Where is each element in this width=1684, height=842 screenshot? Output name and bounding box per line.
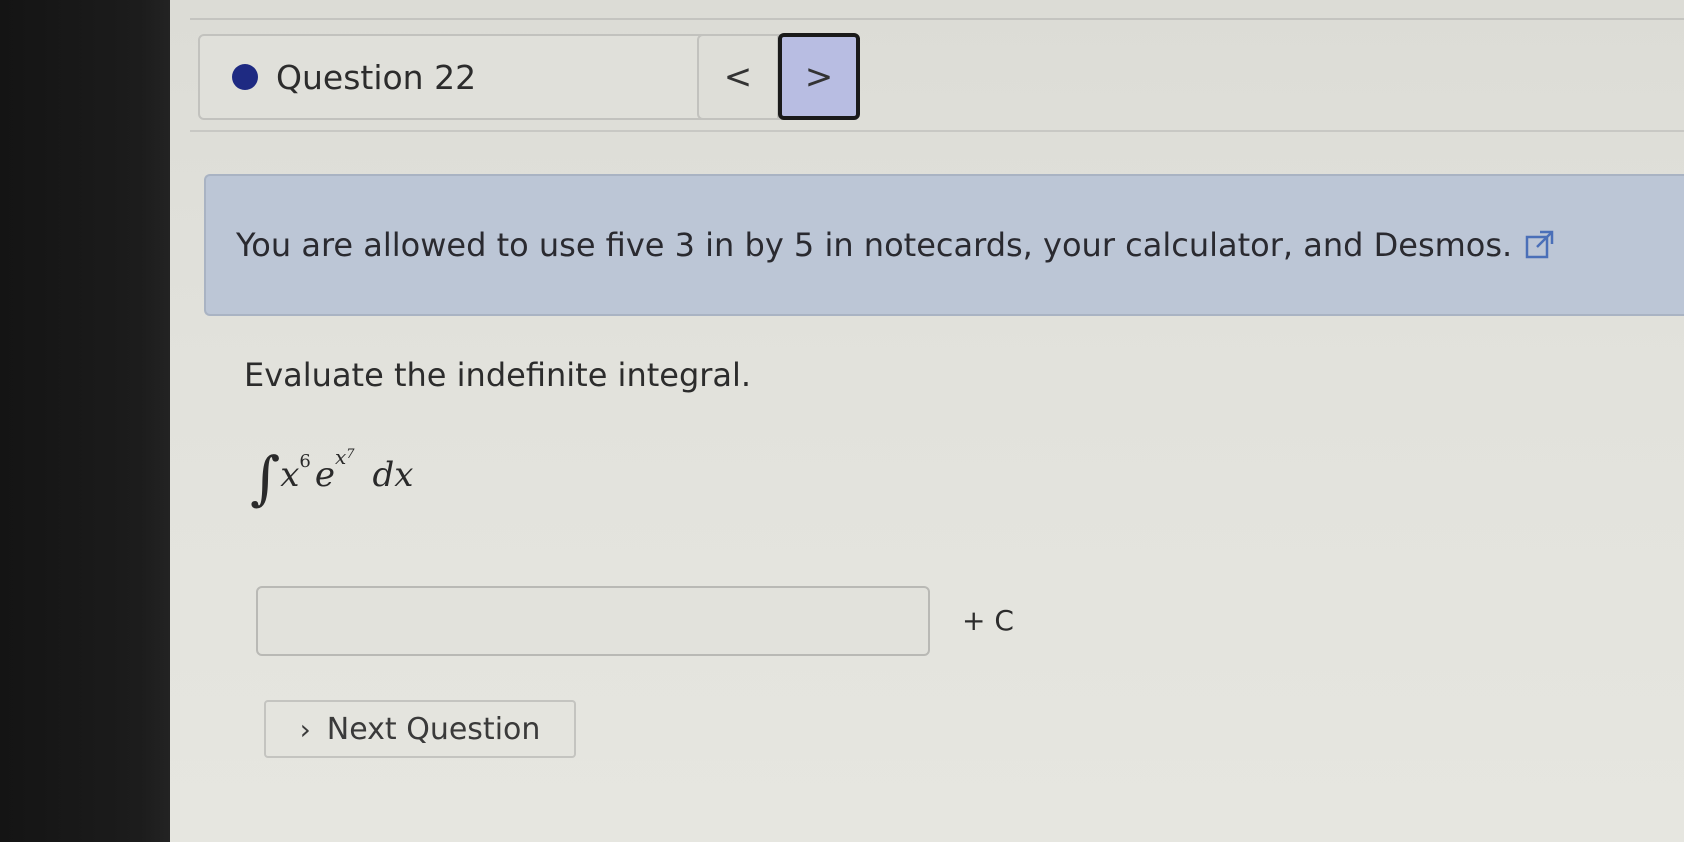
top-divider — [190, 18, 1684, 20]
question-label: Question 22 — [276, 57, 477, 97]
exponent-variable: x — [334, 445, 347, 469]
base-power: 6 — [299, 451, 311, 472]
base-variable: x — [280, 455, 300, 495]
differential: dx — [372, 455, 414, 495]
status-dot-icon — [232, 64, 258, 90]
nav-divider — [190, 130, 1684, 132]
integral-expression: ∫ x 6 e x7 dx — [250, 445, 414, 507]
exponent: x7 — [335, 445, 355, 469]
screen: Question 22 < > You are allowed to use f… — [170, 0, 1684, 842]
problem-instruction: Evaluate the indefinite integral. — [244, 356, 752, 394]
exponential-base: e — [314, 455, 335, 495]
info-message: You are allowed to use five 3 in by 5 in… — [236, 226, 1513, 264]
plus-constant-label: + C — [962, 604, 1014, 637]
exponent-power: 7 — [346, 447, 355, 462]
next-question-nav-button[interactable]: > — [778, 33, 860, 120]
previous-question-button[interactable]: < — [697, 34, 779, 120]
integral-sign: ∫ — [250, 444, 281, 512]
info-banner: You are allowed to use five 3 in by 5 in… — [204, 174, 1684, 316]
next-question-label: Next Question — [326, 711, 541, 747]
chevron-left-icon: < — [723, 57, 753, 97]
external-link-icon[interactable] — [1524, 228, 1556, 260]
chevron-right-icon: > — [804, 56, 834, 97]
next-question-button[interactable]: › Next Question — [264, 700, 576, 758]
chevron-right-icon: › — [299, 712, 311, 746]
answer-input[interactable] — [256, 586, 930, 656]
info-text: You are allowed to use five 3 in by 5 in… — [236, 226, 1556, 264]
